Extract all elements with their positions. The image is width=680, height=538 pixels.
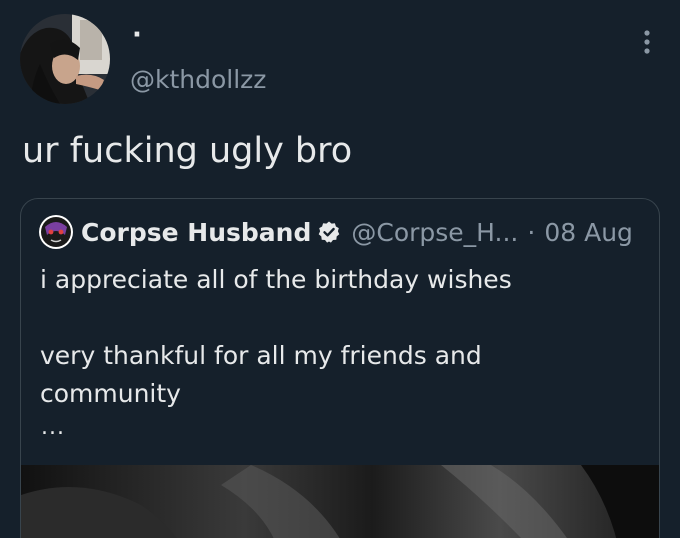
profile-photo-icon bbox=[20, 14, 110, 104]
more-options-button[interactable] bbox=[632, 24, 662, 60]
truncation-ellipsis: ... bbox=[41, 415, 65, 440]
quoted-tweet-media[interactable] bbox=[21, 465, 659, 538]
photo-thumbnail-icon bbox=[21, 465, 659, 538]
author-avatar[interactable] bbox=[20, 14, 110, 104]
quoted-tweet-text: i appreciate all of the birthday wishes … bbox=[40, 261, 640, 413]
quoted-author-handle[interactable]: @Corpse_H... bbox=[351, 218, 518, 247]
tweet-text: ur fucking ugly bro bbox=[22, 131, 353, 171]
quoted-tweet-line: i appreciate all of the birthday wishes bbox=[40, 265, 512, 294]
profile-photo-icon bbox=[39, 215, 73, 249]
quoted-tweet-line: very thankful for all my friends and bbox=[40, 341, 482, 370]
quoted-author-name[interactable]: Corpse Husband bbox=[81, 218, 311, 247]
author-display-name[interactable]: · bbox=[132, 20, 142, 50]
quoted-tweet-card[interactable]: Corpse Husband @Corpse_H... · 08 Aug i a… bbox=[20, 198, 660, 538]
verified-badge-icon bbox=[317, 220, 341, 244]
author-handle[interactable]: @kthdollzz bbox=[130, 62, 266, 98]
quoted-author-avatar[interactable] bbox=[39, 215, 73, 249]
more-vertical-icon bbox=[644, 30, 650, 54]
quoted-tweet-date[interactable]: 08 Aug bbox=[544, 218, 633, 247]
quoted-tweet-line: community bbox=[40, 379, 181, 408]
quoted-tweet-header: Corpse Husband @Corpse_H... · 08 Aug bbox=[39, 214, 633, 250]
separator-dot: · bbox=[527, 217, 536, 247]
